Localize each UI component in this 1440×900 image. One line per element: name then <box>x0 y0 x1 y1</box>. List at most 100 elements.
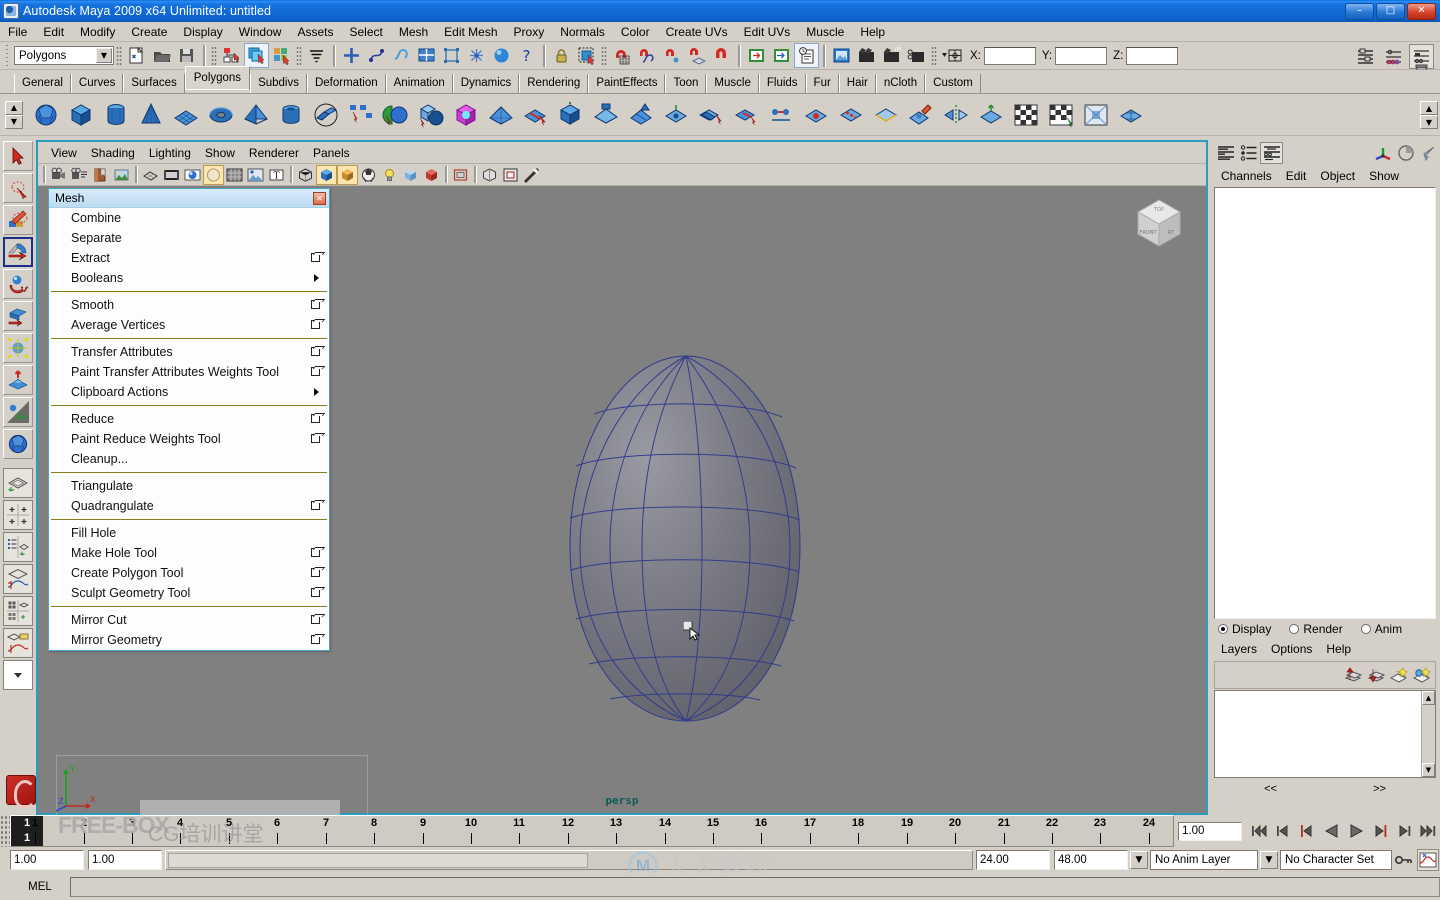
shelf-tab-curves[interactable]: Curves <box>70 74 124 93</box>
menu-display[interactable]: Display <box>175 23 230 41</box>
poly-split-icon[interactable] <box>519 98 552 132</box>
go-to-start-icon[interactable] <box>1249 820 1271 842</box>
smooth-shade-all-icon[interactable] <box>161 165 182 185</box>
mesh-menu-item-cleanup[interactable]: Cleanup... <box>49 449 329 469</box>
menu-edit-uvs[interactable]: Edit UVs <box>736 23 799 41</box>
menu-normals[interactable]: Normals <box>552 23 613 41</box>
poly-cube-icon[interactable] <box>64 98 97 132</box>
shelf-right-down-icon[interactable]: ▼ <box>1420 115 1438 129</box>
poly-crease-icon[interactable] <box>869 98 902 132</box>
magnet-plane-icon[interactable] <box>684 43 709 68</box>
statusline-drag-handle[interactable] <box>4 44 11 67</box>
viewport-menu-show[interactable]: Show <box>198 144 242 162</box>
pager-next[interactable]: >> <box>1325 783 1434 795</box>
exposure-icon[interactable] <box>521 165 542 185</box>
coord-x-input[interactable] <box>983 46 1036 65</box>
mesh-menu-item-sculpt-geometry-tool[interactable]: Sculpt Geometry Tool <box>49 583 329 603</box>
pie-toggle-icon[interactable] <box>1394 142 1417 164</box>
menu-modify[interactable]: Modify <box>72 23 123 41</box>
ipr-render-icon[interactable] <box>479 165 500 185</box>
close-icon[interactable]: ✕ <box>313 191 326 205</box>
menu-edit-mesh[interactable]: Edit Mesh <box>436 23 505 41</box>
shaded-cube-icon[interactable] <box>316 164 337 185</box>
ball-shading-icon[interactable] <box>358 165 379 185</box>
menu-color[interactable]: Color <box>613 23 658 41</box>
menu-file[interactable]: File <box>0 23 35 41</box>
select-by-component-type-icon[interactable] <box>269 43 294 68</box>
select-camera-icon[interactable] <box>48 165 69 185</box>
option-box-icon[interactable] <box>311 320 320 329</box>
new-layer-from-selected-icon[interactable] <box>1410 664 1433 686</box>
channel-box-layer-editor-icon[interactable] <box>1260 142 1283 164</box>
use-all-lights-icon[interactable] <box>379 165 400 185</box>
mesh-menu-item-average-vertices[interactable]: Average Vertices <box>49 315 329 335</box>
help-icon[interactable]: ? <box>514 43 539 68</box>
mesh-menu-item-fill-hole[interactable]: Fill Hole <box>49 523 329 543</box>
poly-collapse-icon[interactable] <box>799 98 832 132</box>
option-box-icon[interactable] <box>311 548 320 557</box>
magnet-point-icon[interactable] <box>659 43 684 68</box>
soft-modification-tool[interactable] <box>3 365 33 395</box>
render-current-frame-icon[interactable] <box>854 43 879 68</box>
current-frame-field[interactable]: 1.00 <box>1178 821 1242 841</box>
poly-poke-icon[interactable] <box>659 98 692 132</box>
save-scene-icon[interactable] <box>174 43 199 68</box>
statusline-drag-handle-6[interactable] <box>931 45 937 66</box>
mesh-menu-item-mirror-cut[interactable]: Mirror Cut <box>49 610 329 630</box>
mesh-menu-item-combine[interactable]: Combine <box>49 208 329 228</box>
lasso-select-tool[interactable] <box>3 173 33 203</box>
selection-highlight-icon[interactable] <box>574 43 599 68</box>
snap-to-grid-icon[interactable] <box>339 43 364 68</box>
layer-menu-options[interactable]: Options <box>1264 641 1319 657</box>
wireframe-icon[interactable] <box>140 165 161 185</box>
poly-sphere-icon[interactable] <box>29 98 62 132</box>
poly-torus-icon[interactable] <box>204 98 237 132</box>
mesh-menu-item-clipboard-actions[interactable]: Clipboard Actions <box>49 382 329 402</box>
shelf-tab-rendering[interactable]: Rendering <box>519 74 589 93</box>
move-layer-down-icon[interactable] <box>1364 664 1387 686</box>
time-slider-track[interactable]: 1 1 1 2 3 4 5 6 7 8 9 10 11 12 13 14 15 16 17 18 19 20 21 22 2… <box>10 815 1174 847</box>
pager-prev[interactable]: << <box>1216 783 1325 795</box>
poly-cylinder-icon[interactable] <box>99 98 132 132</box>
option-box-icon[interactable] <box>311 501 320 510</box>
layer-radio-anim[interactable]: Anim <box>1360 622 1402 636</box>
shelf-tab-subdivs[interactable]: Subdivs <box>250 74 307 93</box>
menu-mesh[interactable]: Mesh <box>391 23 436 41</box>
new-scene-icon[interactable] <box>124 43 149 68</box>
menu-proxy[interactable]: Proxy <box>506 23 553 41</box>
poly-extract-icon[interactable] <box>729 98 762 132</box>
viewport-menu-renderer[interactable]: Renderer <box>242 144 306 162</box>
poly-uv-checker-icon[interactable] <box>1009 98 1042 132</box>
arrow-tool-icon[interactable] <box>1417 142 1440 164</box>
coord-z-input[interactable] <box>1126 46 1179 65</box>
layer-menu-layers[interactable]: Layers <box>1214 641 1264 657</box>
option-box-icon[interactable] <box>311 568 320 577</box>
mesh-menu-item-triangulate[interactable]: Triangulate <box>49 476 329 496</box>
menu-window[interactable]: Window <box>231 23 290 41</box>
maximize-button[interactable]: □ <box>1376 2 1405 20</box>
option-box-icon[interactable] <box>311 434 320 443</box>
option-box-icon[interactable] <box>311 300 320 309</box>
poly-cone-icon[interactable] <box>134 98 167 132</box>
layer-list-scrollbar[interactable]: ▲ ▼ <box>1421 691 1435 777</box>
option-box-icon[interactable] <box>311 347 320 356</box>
mesh-menu-titlebar[interactable]: Mesh ✕ <box>49 189 329 208</box>
option-box-icon[interactable] <box>311 588 320 597</box>
step-back-frame-icon[interactable] <box>1297 820 1319 842</box>
show-hide-tool-settings-icon[interactable] <box>1381 44 1406 69</box>
snap-to-view-plane-icon[interactable] <box>414 43 439 68</box>
option-box-icon[interactable] <box>311 253 320 262</box>
wireframe-on-shaded-icon[interactable] <box>224 165 245 185</box>
shelf-tab-animation[interactable]: Animation <box>385 74 453 93</box>
shelf-scroll-up-icon[interactable]: ▲ <box>5 100 23 115</box>
ipr-render-icon[interactable]: IPR <box>879 43 904 68</box>
minimize-button[interactable]: – <box>1345 2 1374 20</box>
character-set-field[interactable]: No Character Set <box>1280 850 1392 870</box>
shelf-tab-deformation[interactable]: Deformation <box>306 74 386 93</box>
poly-booleans-icon[interactable] <box>414 98 447 132</box>
mesh-menu-item-extract[interactable]: Extract <box>49 248 329 268</box>
show-manipulator-tool[interactable] <box>3 397 33 427</box>
mesh-menu-item-paint-transfer-attributes-weights-tool[interactable]: Paint Transfer Attributes Weights Tool <box>49 362 329 382</box>
mesh-menu-item-reduce[interactable]: Reduce <box>49 409 329 429</box>
close-button[interactable]: ✕ <box>1407 2 1436 20</box>
